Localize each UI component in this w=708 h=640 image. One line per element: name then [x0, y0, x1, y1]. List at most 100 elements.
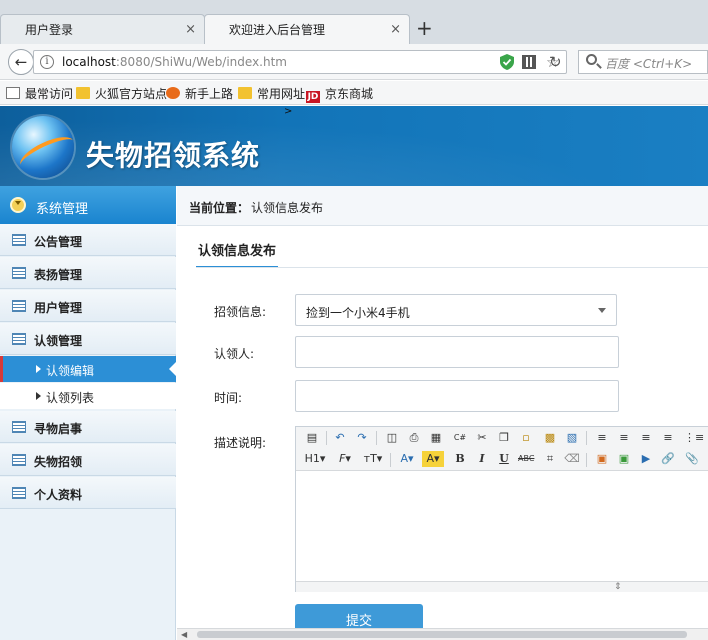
- editor-content-area[interactable]: [296, 471, 708, 581]
- sidebar-item-praise[interactable]: 表扬管理: [0, 257, 176, 289]
- sidebar-subitem-claim-edit[interactable]: 认领编辑: [0, 356, 176, 382]
- editor-toolbar: ▤ ↶ ↷ ◫ ⎙ ▦ C# ✂ ❐ ▫ ▩ ▧ ≡ ≡ ≡ ≡ ⋮≡ H1▾ …: [296, 427, 708, 471]
- paste-text-icon[interactable]: ▩: [542, 430, 558, 446]
- time-input[interactable]: [295, 380, 619, 412]
- browser-tab-bar: 用户登录 × 欢迎进入后台管理 × +: [0, 0, 708, 44]
- undo-icon[interactable]: ↶: [332, 430, 348, 446]
- print-icon[interactable]: ⎙: [406, 430, 422, 446]
- app-title: 失物招领系统: [86, 139, 261, 172]
- horizontal-scrollbar[interactable]: ◀: [177, 628, 708, 640]
- found-info-select[interactable]: 捡到一个小米4手机: [295, 294, 617, 326]
- highlight-icon[interactable]: A▾: [422, 451, 444, 467]
- attach-icon[interactable]: 📎: [684, 451, 700, 467]
- main-content: 当前位置： 认领信息发布 认领信息发布 招领信息: 捡到一个小米4手机 认领人:…: [177, 186, 708, 640]
- list-icon: [12, 267, 26, 279]
- search-box[interactable]: 百度 <Ctrl+K>: [578, 50, 708, 74]
- copy-icon[interactable]: ❐: [496, 430, 512, 446]
- heading-icon[interactable]: H1▾: [304, 451, 326, 467]
- breadcrumb: 当前位置： 认领信息发布: [177, 186, 708, 226]
- scroll-left-icon[interactable]: ◀: [181, 630, 187, 639]
- font-color-icon[interactable]: A▾: [396, 451, 418, 467]
- sidebar-item-found-items[interactable]: 失物招领: [0, 444, 176, 476]
- list-icon: [12, 454, 26, 466]
- rich-text-editor[interactable]: ▤ ↶ ↷ ◫ ⎙ ▦ C# ✂ ❐ ▫ ▩ ▧ ≡ ≡ ≡ ≡ ⋮≡ H1▾ …: [295, 426, 708, 592]
- jd-icon: JD: [306, 91, 320, 103]
- new-tab-button[interactable]: +: [416, 16, 433, 40]
- sidebar-item-claims[interactable]: 认领管理: [0, 323, 176, 355]
- flash-icon[interactable]: ▣: [616, 451, 632, 467]
- bookmark-firefox-site[interactable]: 火狐官方站点: [76, 85, 167, 102]
- sidebar-item-label: 个人资料: [34, 488, 83, 502]
- firefox-icon: [166, 87, 180, 99]
- strikethrough-icon[interactable]: ABC: [518, 451, 534, 467]
- table-icon[interactable]: ⌗: [542, 451, 558, 467]
- font-family-icon[interactable]: F▾: [334, 451, 356, 467]
- font-size-icon[interactable]: тT▾: [362, 451, 384, 467]
- paste-icon[interactable]: ▫: [518, 430, 534, 446]
- sidebar-subitem-claim-list[interactable]: 认领列表: [0, 383, 176, 409]
- align-center-icon[interactable]: ≡: [616, 430, 632, 446]
- bookmark-label: 常用网址: [257, 87, 306, 101]
- tab-title: 欢迎进入后台管理: [229, 23, 326, 37]
- bookmark-getting-started[interactable]: 新手上路: [166, 85, 233, 102]
- folder-icon: [238, 87, 252, 99]
- sidebar-item-label: 公告管理: [34, 235, 83, 249]
- close-icon[interactable]: ×: [390, 15, 401, 45]
- caret-right-icon: [36, 365, 41, 373]
- bold-icon[interactable]: B: [452, 451, 468, 467]
- code-icon[interactable]: C#: [452, 430, 468, 446]
- editor-resize-bar[interactable]: ⇕: [296, 581, 708, 592]
- italic-icon[interactable]: I: [474, 451, 490, 467]
- claimant-input[interactable]: [295, 336, 619, 368]
- bookmark-label: 火狐官方站点: [95, 87, 168, 101]
- divider: [196, 267, 708, 268]
- tab-claim-publish[interactable]: 认领信息发布: [196, 240, 279, 268]
- found-info-label: 招领信息:: [214, 305, 267, 319]
- cut-icon[interactable]: ✂: [474, 430, 490, 446]
- redo-icon[interactable]: ↷: [354, 430, 370, 446]
- bookmark-most-visited[interactable]: 最常访问: [6, 85, 73, 102]
- justify-icon[interactable]: ≡: [660, 430, 676, 446]
- info-icon[interactable]: i: [40, 55, 54, 69]
- preview-icon[interactable]: ◫: [384, 430, 400, 446]
- back-button[interactable]: ←: [8, 49, 34, 75]
- paste-word-icon[interactable]: ▧: [564, 430, 580, 446]
- address-bar[interactable]: i localhost:8080/ShiWu/Web/index.htm ☆: [33, 50, 567, 74]
- sidebar-header[interactable]: 系统管理: [0, 186, 176, 224]
- found-info-selected: 捡到一个小米4手机: [306, 306, 410, 320]
- image-icon[interactable]: ▣: [594, 451, 610, 467]
- folder-icon: [76, 87, 90, 99]
- source-icon[interactable]: ▤: [304, 430, 320, 446]
- sidebar-item-label: 失物招领: [34, 455, 83, 469]
- sidebar-subitem-label: 认领列表: [46, 391, 95, 405]
- bookmark-common-sites[interactable]: 常用网址: [238, 85, 305, 102]
- reload-icon[interactable]: ↻: [549, 53, 562, 71]
- time-label: 时间:: [214, 391, 243, 405]
- sidebar-item-lost-notices[interactable]: 寻物启事: [0, 411, 176, 443]
- sidebar-item-profile[interactable]: 个人资料: [0, 477, 176, 509]
- toolbar-separator: [326, 431, 327, 445]
- align-left-icon[interactable]: ≡: [594, 430, 610, 446]
- eraser-icon[interactable]: ⌫: [564, 451, 580, 467]
- sidebar-item-announcements[interactable]: 公告管理: [0, 224, 176, 256]
- align-right-icon[interactable]: ≡: [638, 430, 654, 446]
- resize-grip-icon[interactable]: ⇕: [614, 583, 622, 592]
- template-icon[interactable]: ▦: [428, 430, 444, 446]
- shield-icon[interactable]: [500, 54, 514, 70]
- bookmark-jd[interactable]: JD 京东商城: [306, 85, 373, 103]
- ordered-list-icon[interactable]: ⋮≡: [684, 430, 704, 446]
- browser-tab-admin[interactable]: 欢迎进入后台管理 ×: [204, 14, 410, 44]
- header-mark: >: [284, 106, 293, 117]
- close-icon[interactable]: ×: [185, 15, 196, 45]
- link-icon[interactable]: 🔗: [660, 451, 676, 467]
- sidebar-item-users[interactable]: 用户管理: [0, 290, 176, 322]
- media-icon[interactable]: ▶: [638, 451, 654, 467]
- list-icon: [12, 300, 26, 312]
- browser-tab-login[interactable]: 用户登录 ×: [0, 14, 205, 44]
- underline-icon[interactable]: U: [496, 451, 512, 467]
- qr-code-icon[interactable]: [522, 55, 536, 69]
- scrollbar-thumb[interactable]: [197, 631, 687, 638]
- chevron-down-icon: [10, 197, 26, 213]
- bookmark-label: 最常访问: [25, 87, 74, 101]
- chevron-down-icon: [598, 308, 606, 313]
